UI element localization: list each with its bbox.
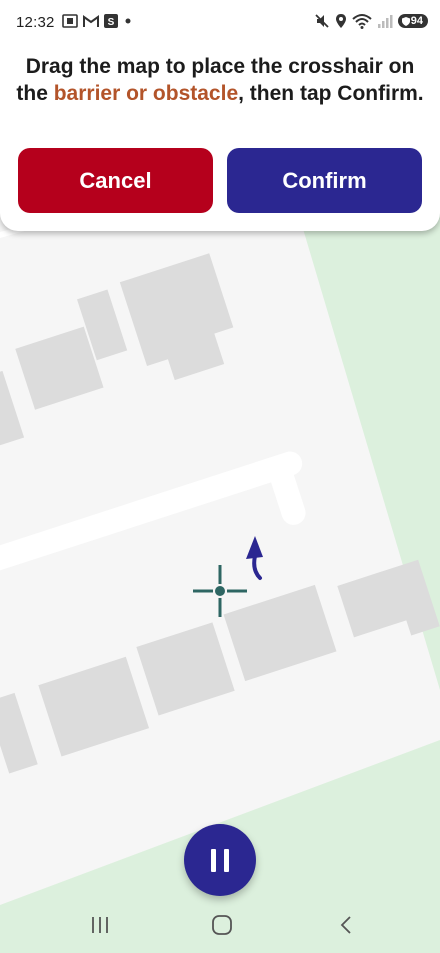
pause-button[interactable] [184, 824, 256, 896]
status-time: 12:32 [16, 14, 55, 31]
pause-icon [207, 848, 233, 872]
system-status-icons: 94 [314, 13, 428, 29]
home-icon [212, 915, 232, 935]
status-bar: 12:32 S 94 [0, 0, 440, 44]
instruction-text-after: , then tap Confirm. [238, 82, 424, 105]
instruction-highlight: barrier or obstacle [53, 82, 239, 105]
instruction-text: Drag the map to place the crosshair on t… [14, 53, 426, 107]
cancel-button[interactable]: Cancel [18, 148, 213, 213]
battery-indicator: 94 [397, 14, 428, 28]
battery-level: 94 [410, 15, 423, 27]
recent-apps-icon [92, 917, 108, 933]
back-button[interactable] [326, 910, 366, 940]
svg-text:S: S [108, 17, 115, 28]
location-icon [335, 14, 346, 28]
s-app-icon: S [104, 14, 118, 28]
home-button[interactable] [202, 910, 242, 940]
confirm-button[interactable]: Confirm [227, 148, 422, 213]
signal-icon [377, 15, 393, 28]
screenshot-icon [62, 14, 78, 28]
gmail-icon [83, 14, 99, 27]
instruction-card: Drag the map to place the crosshair on t… [0, 44, 440, 231]
dot-icon [125, 18, 131, 24]
mute-icon [315, 14, 329, 28]
notification-icons: S [62, 14, 133, 28]
battery-shield-icon [401, 16, 410, 26]
back-icon [340, 916, 351, 934]
navigation-bar [0, 896, 440, 953]
app-screen: 12:32 S 94 Drag the map to place the cro… [0, 0, 440, 953]
wifi-icon [352, 14, 372, 29]
recent-apps-button[interactable] [80, 910, 120, 940]
